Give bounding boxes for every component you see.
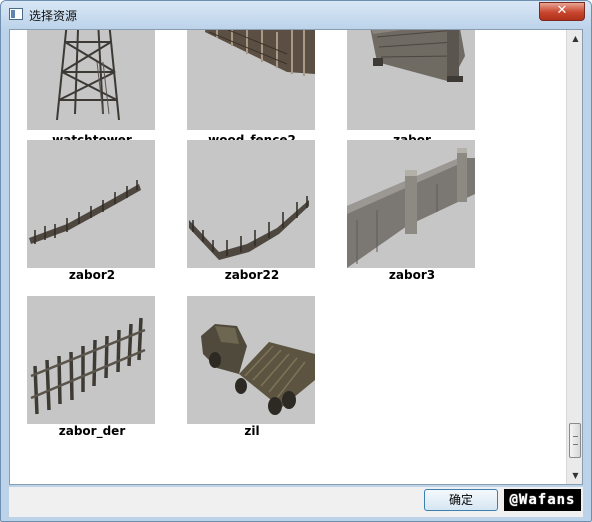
zabor-thumbnail bbox=[347, 30, 475, 130]
watchtower-thumbnail bbox=[27, 30, 155, 130]
resource-item-watchtower[interactable]: watchtower bbox=[27, 30, 157, 147]
title-bar[interactable]: 选择资源 ✕ bbox=[1, 1, 591, 29]
dialog-footer: 确定 @Wafans bbox=[9, 487, 583, 517]
resource-item-zabor3[interactable]: zabor3 bbox=[347, 140, 477, 282]
resource-label: zabor3 bbox=[386, 268, 438, 282]
scroll-up-arrow-icon[interactable]: ▲ bbox=[567, 30, 582, 47]
resource-picker-window: 选择资源 ✕ watchtower bbox=[0, 0, 592, 522]
zabor-der-thumbnail bbox=[27, 296, 155, 424]
resource-label: zabor2 bbox=[66, 268, 118, 282]
resource-item-zabor-der[interactable]: zabor_der bbox=[27, 296, 157, 438]
resource-item-wood-fence2[interactable]: wood_fence2 bbox=[187, 30, 317, 147]
watermark-badge: @Wafans bbox=[504, 489, 581, 511]
ok-button[interactable]: 确定 bbox=[424, 489, 498, 511]
resource-item-zabor[interactable]: zabor bbox=[347, 30, 477, 147]
resource-item-zil[interactable]: zil bbox=[187, 296, 317, 438]
resource-item-zabor22[interactable]: zabor22 bbox=[187, 140, 317, 282]
window-app-icon bbox=[9, 8, 23, 20]
close-button[interactable]: ✕ bbox=[539, 2, 585, 21]
window-title: 选择资源 bbox=[29, 9, 78, 23]
resource-label: zil bbox=[242, 424, 262, 438]
resource-grid: watchtower wood_fence2 bbox=[9, 29, 583, 485]
resource-label: zabor_der bbox=[56, 424, 128, 438]
vertical-scrollbar[interactable]: ▲ ▼ bbox=[566, 30, 582, 484]
wood-fence2-thumbnail bbox=[187, 30, 315, 130]
scroll-down-arrow-icon[interactable]: ▼ bbox=[567, 467, 582, 484]
zil-thumbnail bbox=[187, 296, 315, 424]
resource-item-zabor2[interactable]: zabor2 bbox=[27, 140, 157, 282]
zabor3-thumbnail bbox=[347, 140, 475, 268]
resource-label: zabor22 bbox=[222, 268, 282, 282]
scrollbar-thumb[interactable] bbox=[569, 423, 581, 458]
zabor2-thumbnail bbox=[27, 140, 155, 268]
zabor22-thumbnail bbox=[187, 140, 315, 268]
